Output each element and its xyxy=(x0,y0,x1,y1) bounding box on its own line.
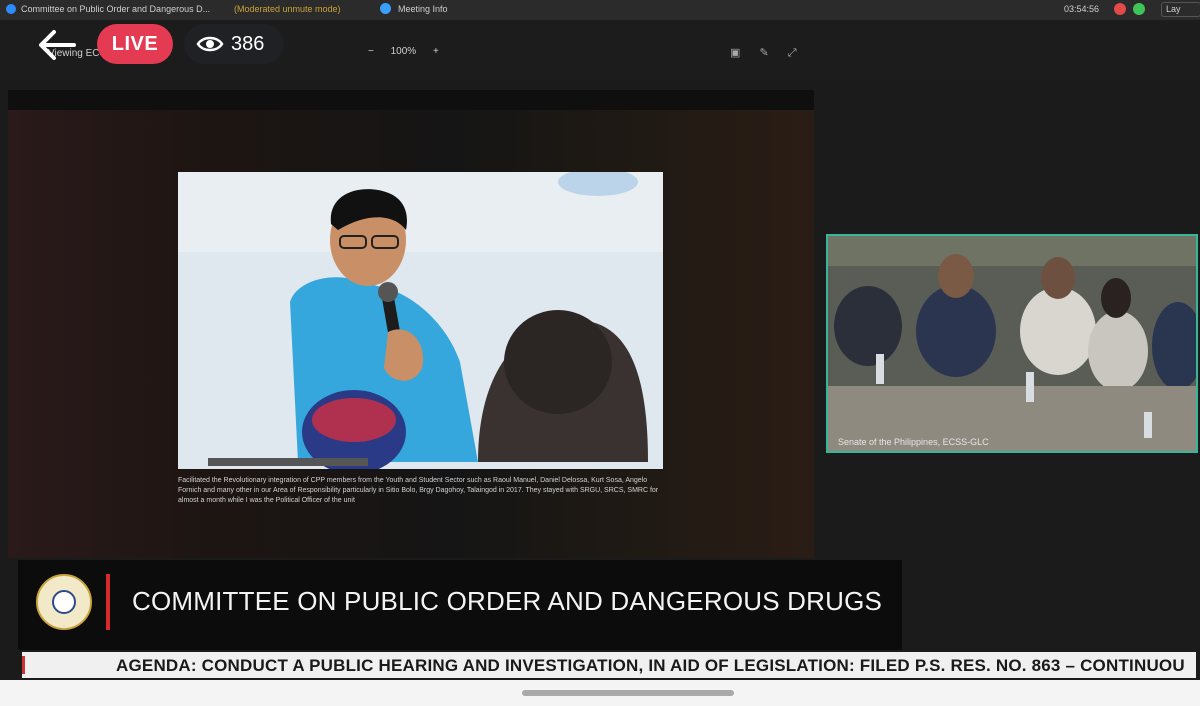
zoom-level: 100% xyxy=(390,46,417,57)
senate-seal-icon xyxy=(36,574,92,630)
layout-button[interactable]: Lay xyxy=(1161,2,1200,17)
info-icon[interactable] xyxy=(380,3,391,14)
agenda-text: AGENDA: CONDUCT A PUBLIC HEARING AND INV… xyxy=(116,656,1185,675)
app-icon xyxy=(6,4,16,14)
remote-control-icon[interactable]: ✎ xyxy=(759,46,768,59)
video-tile-label: Senate of the Philippines, ECSS-GLC xyxy=(838,437,989,447)
shared-screen: Facilitated the Revolutionary integratio… xyxy=(8,90,814,558)
eye-icon xyxy=(196,36,224,52)
seal-center xyxy=(52,590,76,614)
annotate-icon[interactable]: ▣ xyxy=(730,46,740,59)
agenda-ticker: AGENDA: CONDUCT A PUBLIC HEARING AND INV… xyxy=(22,652,1196,678)
meeting-clock: 03:54:56 xyxy=(1064,4,1100,14)
zoom-controls: − 100% + xyxy=(368,46,453,57)
window-title-bar: Committee on Public Order and Dangerous … xyxy=(0,0,1200,20)
slide-photo xyxy=(178,172,663,469)
zoom-out-button[interactable]: − xyxy=(368,46,374,57)
home-indicator[interactable] xyxy=(522,690,734,696)
viewer-count-badge: 386 xyxy=(184,24,284,64)
committee-title: COMMITTEE ON PUBLIC ORDER AND DANGEROUS … xyxy=(132,586,883,616)
back-arrow-icon[interactable] xyxy=(34,26,80,64)
speaker-photo-illustration xyxy=(178,172,663,469)
bottom-bar xyxy=(0,680,1200,706)
window-title: Committee on Public Order and Dangerous … xyxy=(21,4,211,14)
viewer-count: 386 xyxy=(231,33,265,55)
view-toolbar xyxy=(0,20,1200,80)
meeting-info-link[interactable]: Meeting Info xyxy=(398,4,448,14)
view-tools: ▣ ✎ ⤢ xyxy=(730,46,813,60)
slide-caption: Facilitated the Revolutionary integratio… xyxy=(178,477,659,504)
committee-banner: COMMITTEE ON PUBLIC ORDER AND DANGEROUS … xyxy=(18,560,902,650)
fullscreen-icon[interactable]: ⤢ xyxy=(788,47,797,60)
security-shield-icon[interactable] xyxy=(1133,3,1145,15)
video-tile-senate[interactable]: Senate of the Philippines, ECSS-GLC xyxy=(826,234,1198,453)
banner-divider xyxy=(106,574,110,630)
hearing-room-video xyxy=(828,236,1196,451)
zoom-in-button[interactable]: + xyxy=(433,46,439,57)
recording-indicator-icon xyxy=(1114,3,1126,15)
moderation-mode-label: (Moderated unmute mode) xyxy=(234,4,341,14)
live-badge: LIVE xyxy=(97,24,173,64)
ticker-marker xyxy=(22,656,25,674)
